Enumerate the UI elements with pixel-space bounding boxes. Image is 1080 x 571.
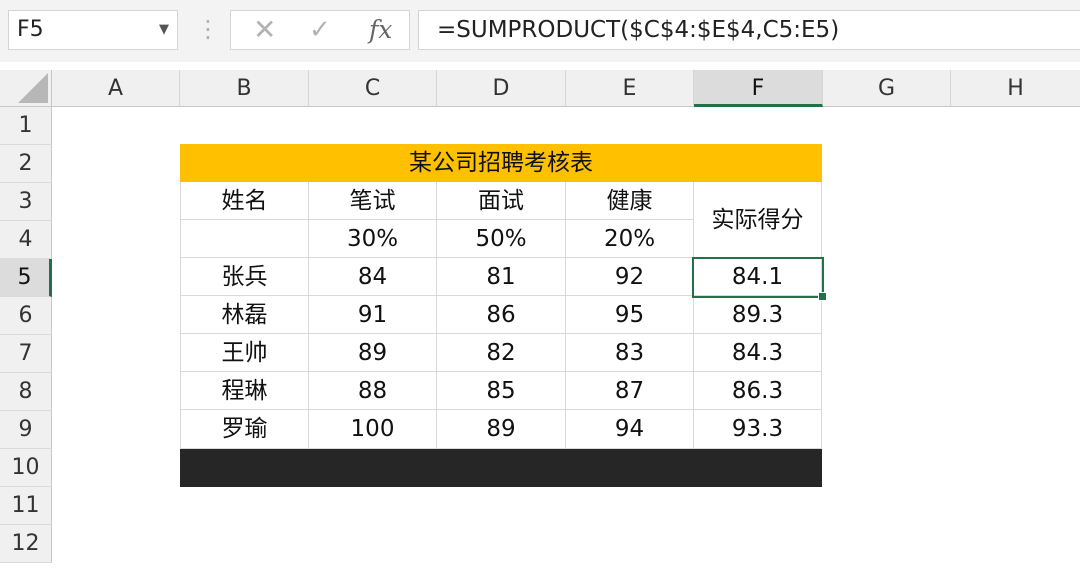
name-box-value: F5 — [17, 17, 44, 42]
cell-score[interactable]: 86.3 — [694, 372, 822, 410]
column-header-d[interactable]: D — [437, 70, 566, 107]
vertical-dots-icon[interactable]: ⋮ — [196, 14, 220, 44]
cell-name[interactable]: 罗瑜 — [180, 410, 309, 449]
cell-score[interactable]: 93.3 — [694, 410, 822, 449]
weight-health[interactable]: 20% — [566, 220, 694, 258]
check-icon[interactable]: ✓ — [309, 11, 331, 49]
cell-written[interactable]: 84 — [309, 258, 437, 296]
weight-empty-cell[interactable] — [180, 220, 309, 258]
cell-name[interactable]: 程琳 — [180, 372, 309, 410]
row-header-5[interactable]: 5 — [0, 259, 52, 297]
cell-score[interactable]: 89.3 — [694, 296, 822, 334]
column-header-h[interactable]: H — [951, 70, 1080, 107]
row-header-1[interactable]: 1 — [0, 107, 52, 145]
column-header-c[interactable]: C — [309, 70, 437, 107]
cell-interview[interactable]: 81 — [437, 258, 566, 296]
name-box[interactable]: F5 ▼ — [8, 10, 178, 50]
cell-health[interactable]: 95 — [566, 296, 694, 334]
cell-written[interactable]: 88 — [309, 372, 437, 410]
fill-handle[interactable] — [818, 292, 827, 301]
header-name[interactable]: 姓名 — [180, 182, 309, 220]
row-header-4[interactable]: 4 — [0, 221, 52, 259]
row-header-9[interactable]: 9 — [0, 411, 52, 449]
table-footer-bar[interactable] — [180, 449, 822, 487]
cell-written[interactable]: 100 — [309, 410, 437, 449]
cell-name[interactable]: 张兵 — [180, 258, 309, 296]
weight-interview[interactable]: 50% — [437, 220, 566, 258]
formula-bar-area: F5 ▼ ⋮ ✕ ✓ fx =SUMPRODUCT($C$4:$E$4,C5:E… — [0, 0, 1080, 62]
cell-interview[interactable]: 85 — [437, 372, 566, 410]
cell-health[interactable]: 92 — [566, 258, 694, 296]
row-header-2[interactable]: 2 — [0, 145, 52, 183]
header-health[interactable]: 健康 — [566, 182, 694, 220]
column-header-g[interactable]: G — [823, 70, 951, 107]
row-header-7[interactable]: 7 — [0, 335, 52, 373]
column-header-f[interactable]: F — [694, 70, 823, 107]
formula-input[interactable]: =SUMPRODUCT($C$4:$E$4,C5:E5) — [418, 10, 1080, 50]
cell-health[interactable]: 83 — [566, 334, 694, 372]
cell-written[interactable]: 91 — [309, 296, 437, 334]
cell-health[interactable]: 94 — [566, 410, 694, 449]
row-header-11[interactable]: 11 — [0, 487, 52, 525]
weight-written[interactable]: 30% — [309, 220, 437, 258]
row-header-3[interactable]: 3 — [0, 183, 52, 221]
header-score[interactable]: 实际得分 — [694, 182, 822, 258]
row-header-10[interactable]: 10 — [0, 449, 52, 487]
cell-name[interactable]: 林磊 — [180, 296, 309, 334]
header-interview[interactable]: 面试 — [437, 182, 566, 220]
x-icon[interactable]: ✕ — [253, 11, 276, 49]
formula-buttons: ✕ ✓ fx — [230, 10, 410, 50]
column-header-b[interactable]: B — [180, 70, 309, 107]
row-header-12[interactable]: 12 — [0, 525, 52, 563]
cell-interview[interactable]: 82 — [437, 334, 566, 372]
cell-interview[interactable]: 86 — [437, 296, 566, 334]
column-header-a[interactable]: A — [52, 70, 180, 107]
header-written[interactable]: 笔试 — [309, 182, 437, 220]
cell-written[interactable]: 89 — [309, 334, 437, 372]
row-header-8[interactable]: 8 — [0, 373, 52, 411]
cell-score[interactable]: 84.3 — [694, 334, 822, 372]
cell-name[interactable]: 王帅 — [180, 334, 309, 372]
column-header-e[interactable]: E — [566, 70, 694, 107]
chevron-down-icon[interactable]: ▼ — [159, 11, 169, 49]
fx-icon[interactable]: fx — [369, 11, 392, 49]
row-header-6[interactable]: 6 — [0, 297, 52, 335]
cell-interview[interactable]: 89 — [437, 410, 566, 449]
cell-score[interactable]: 84.1 — [694, 258, 822, 296]
table-title[interactable]: 某公司招聘考核表 — [180, 144, 822, 182]
select-all-corner[interactable] — [0, 70, 52, 107]
cell-health[interactable]: 87 — [566, 372, 694, 410]
